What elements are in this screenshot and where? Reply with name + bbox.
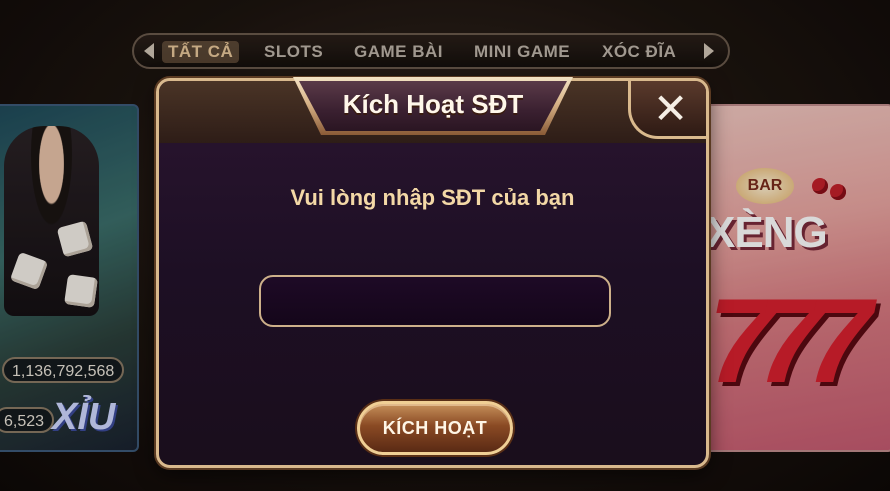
phone-number-input[interactable] [259,275,611,327]
activate-button[interactable]: KÍCH HOẠT [357,401,513,455]
close-icon[interactable]: ✕ [653,85,688,133]
close-button[interactable]: ✕ [628,81,706,139]
activate-phone-dialog: Kích Hoạt SĐT ✕ Vui lòng nhập SĐT của bạ… [156,77,709,468]
dialog-title: Kích Hoạt SĐT [342,89,524,119]
phone-prompt: Vui lòng nhập SĐT của bạn [290,185,575,210]
